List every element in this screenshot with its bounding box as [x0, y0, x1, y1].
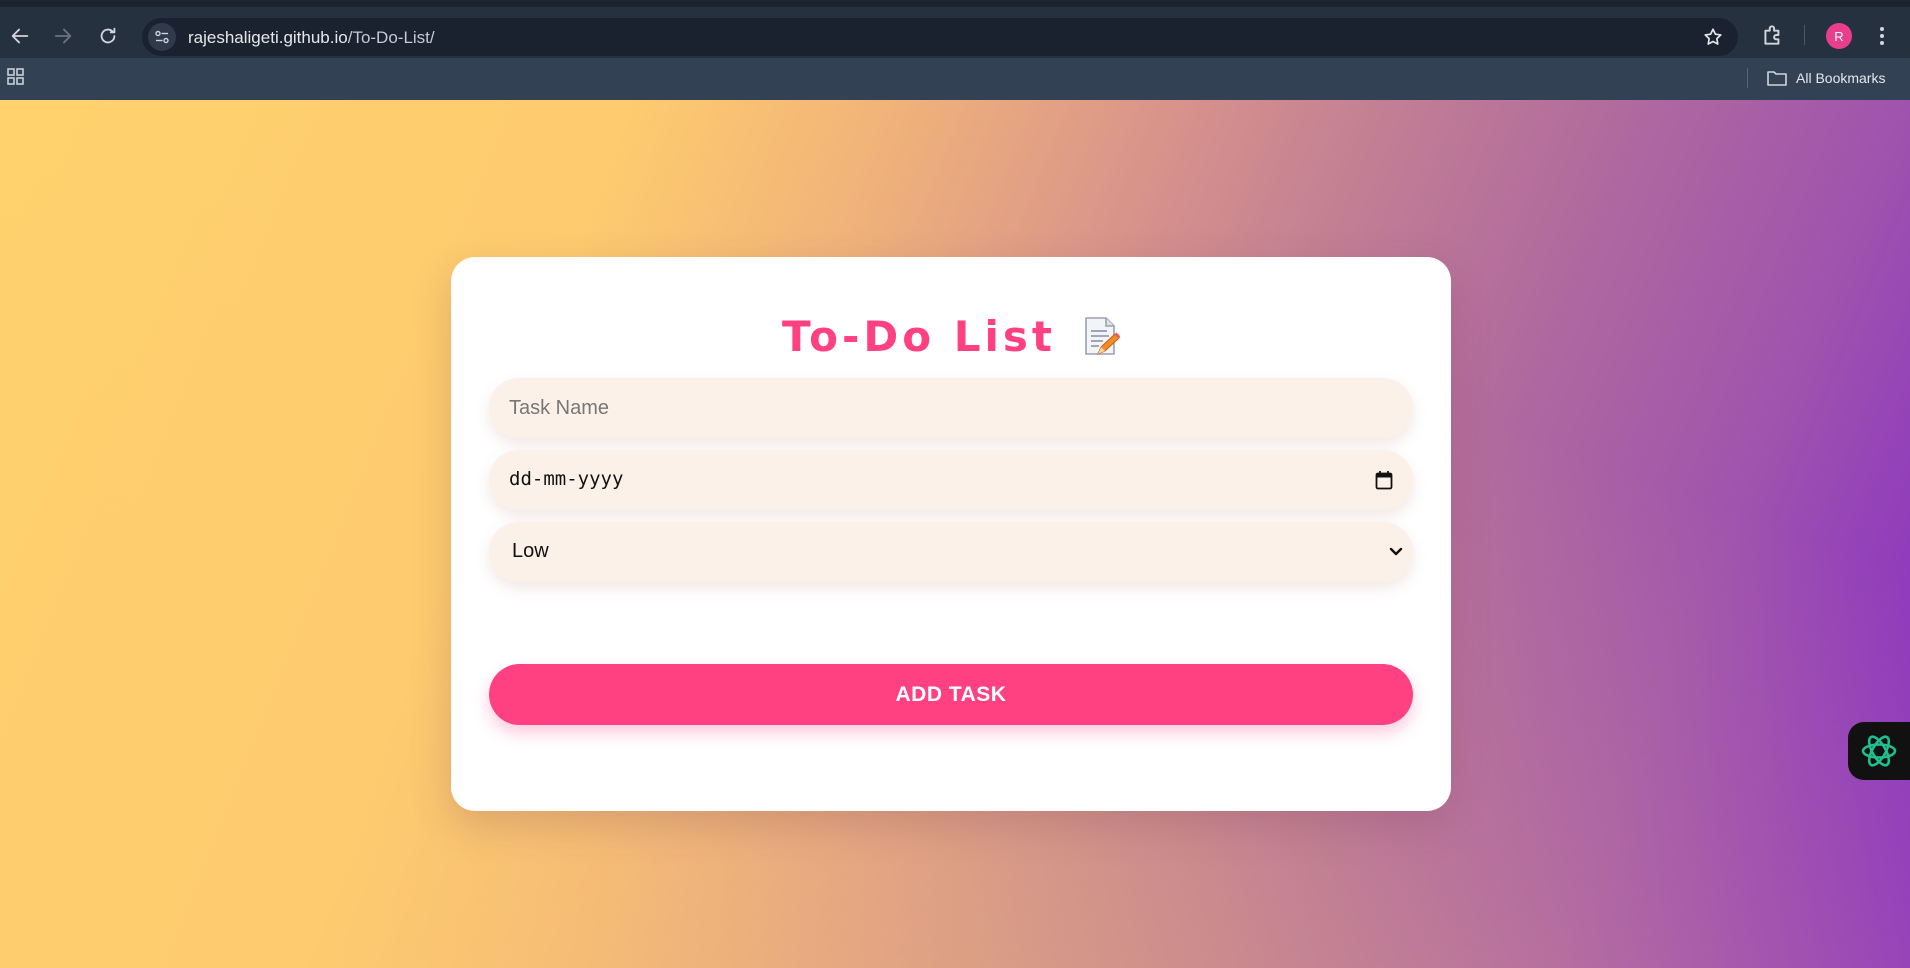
calendar-icon[interactable] — [1375, 470, 1393, 490]
memo-icon — [1085, 316, 1120, 355]
toolbar-divider — [1804, 25, 1805, 45]
back-button[interactable] — [2, 18, 38, 54]
due-date-placeholder: dd-mm-yyyy — [509, 468, 624, 490]
due-date-field[interactable]: dd-mm-yyyy — [489, 450, 1413, 510]
forward-button[interactable] — [45, 18, 81, 54]
bookmarks-divider — [1747, 68, 1748, 88]
address-bar[interactable]: rajeshaligeti.github.io/To-Do-List/ — [142, 18, 1738, 56]
profile-avatar[interactable]: R — [1826, 23, 1852, 49]
chevron-down-icon — [1389, 547, 1403, 556]
add-task-button[interactable]: ADD TASK — [489, 664, 1413, 725]
task-name-input[interactable] — [489, 378, 1413, 438]
app-header: To-Do List — [451, 312, 1451, 361]
priority-select[interactable]: Low — [489, 522, 1413, 582]
site-info-button[interactable] — [148, 23, 176, 51]
priority-selected-value: Low — [512, 540, 549, 562]
folder-icon — [1767, 71, 1787, 86]
page-background: To-Do List dd-mm-yyyy — [0, 100, 1910, 968]
apps-grid-icon[interactable] — [6, 67, 26, 87]
todo-card: To-Do List dd-mm-yyyy — [451, 257, 1451, 811]
url-text[interactable]: rajeshaligeti.github.io/To-Do-List/ — [188, 28, 435, 48]
url-host: rajeshaligeti.github.io — [188, 28, 348, 47]
openai-flower-icon — [1861, 735, 1897, 767]
forward-arrow-icon — [54, 28, 72, 44]
all-bookmarks-button[interactable]: All Bookmarks — [1766, 65, 1885, 91]
app-title: To-Do List — [782, 312, 1056, 361]
back-arrow-icon — [11, 28, 29, 44]
reload-button[interactable] — [90, 18, 126, 54]
bookmark-star-icon[interactable] — [1702, 26, 1724, 48]
browser-toolbar: rajeshaligeti.github.io/To-Do-List/ R — [0, 0, 1910, 58]
browser-menu-button[interactable] — [1872, 23, 1892, 49]
extensions-icon[interactable] — [1760, 22, 1786, 48]
assistant-extension-button[interactable] — [1848, 722, 1910, 780]
reload-icon — [100, 27, 116, 44]
url-path: /To-Do-List/ — [347, 28, 435, 47]
bookmarks-bar: All Bookmarks — [0, 58, 1910, 100]
all-bookmarks-label: All Bookmarks — [1796, 70, 1886, 86]
task-name-field[interactable] — [489, 378, 1413, 438]
tune-icon — [155, 30, 169, 44]
